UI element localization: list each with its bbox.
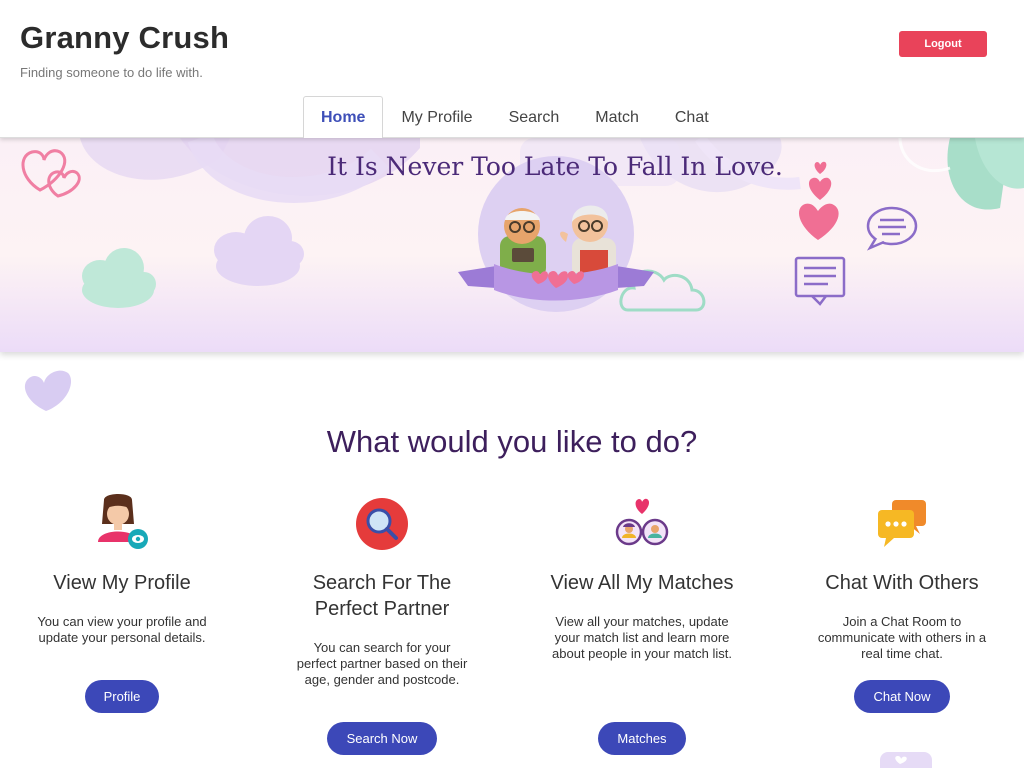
- feature-description: Join a Chat Room to communicate with oth…: [817, 614, 987, 661]
- cloud-icon: [214, 216, 304, 286]
- app-tagline: Finding someone to do life with.: [20, 65, 203, 80]
- tab-search[interactable]: Search: [491, 96, 578, 138]
- heart-decoration-icon: [24, 370, 72, 411]
- feature-description: View all your matches, update your match…: [552, 614, 732, 661]
- banner-headline: It Is Never Too Late To Fall In Love.: [327, 152, 783, 181]
- tab-chat[interactable]: Chat: [657, 96, 727, 138]
- feature-title: View All My Matches: [550, 572, 734, 594]
- chat-bubble-decoration-icon: [880, 752, 932, 768]
- feature-view-matches: View All My Matches View all your matche…: [542, 494, 742, 766]
- feature-title: Chat With Others: [825, 572, 979, 594]
- matches-button[interactable]: Matches: [598, 722, 686, 755]
- tab-my-profile[interactable]: My Profile: [383, 96, 490, 138]
- feature-chat: Chat With Others Join a Chat Room to com…: [802, 494, 1002, 724]
- document-bubble-icon: [794, 256, 846, 306]
- chat-icon: [878, 500, 926, 547]
- main-nav: Home My Profile Search Match Chat: [303, 96, 727, 138]
- section-heading: What would you like to do?: [326, 424, 698, 459]
- feature-description: You can search for your perfect partner …: [296, 640, 468, 687]
- feature-view-profile: View My Profile You can view your profil…: [22, 494, 222, 724]
- cloud-icon: [82, 248, 156, 308]
- tab-match[interactable]: Match: [577, 96, 657, 138]
- search-icon: [356, 498, 408, 550]
- feature-description: You can view your profile and update you…: [37, 614, 207, 645]
- main-content: What would you like to do? View My Profi…: [0, 352, 1024, 768]
- profile-button[interactable]: Profile: [85, 680, 159, 713]
- search-now-button[interactable]: Search Now: [327, 722, 437, 755]
- logout-button[interactable]: Logout: [899, 31, 987, 57]
- feature-search-partner: Search For The Perfect Partner You can s…: [282, 494, 482, 766]
- tab-home[interactable]: Home: [303, 96, 384, 138]
- profile-icon: [98, 494, 148, 549]
- feature-title: View My Profile: [53, 572, 191, 594]
- chat-now-button[interactable]: Chat Now: [854, 680, 950, 713]
- speech-bubble-icon: [866, 206, 918, 251]
- hero-banner: It Is Never Too Late To Fall In Love.: [0, 138, 1024, 352]
- feature-title: Search For The Perfect Partner: [312, 572, 452, 620]
- app-title: Granny Crush: [20, 20, 230, 55]
- matches-icon: [615, 498, 669, 546]
- header: Granny Crush Finding someone to do life …: [0, 0, 1024, 138]
